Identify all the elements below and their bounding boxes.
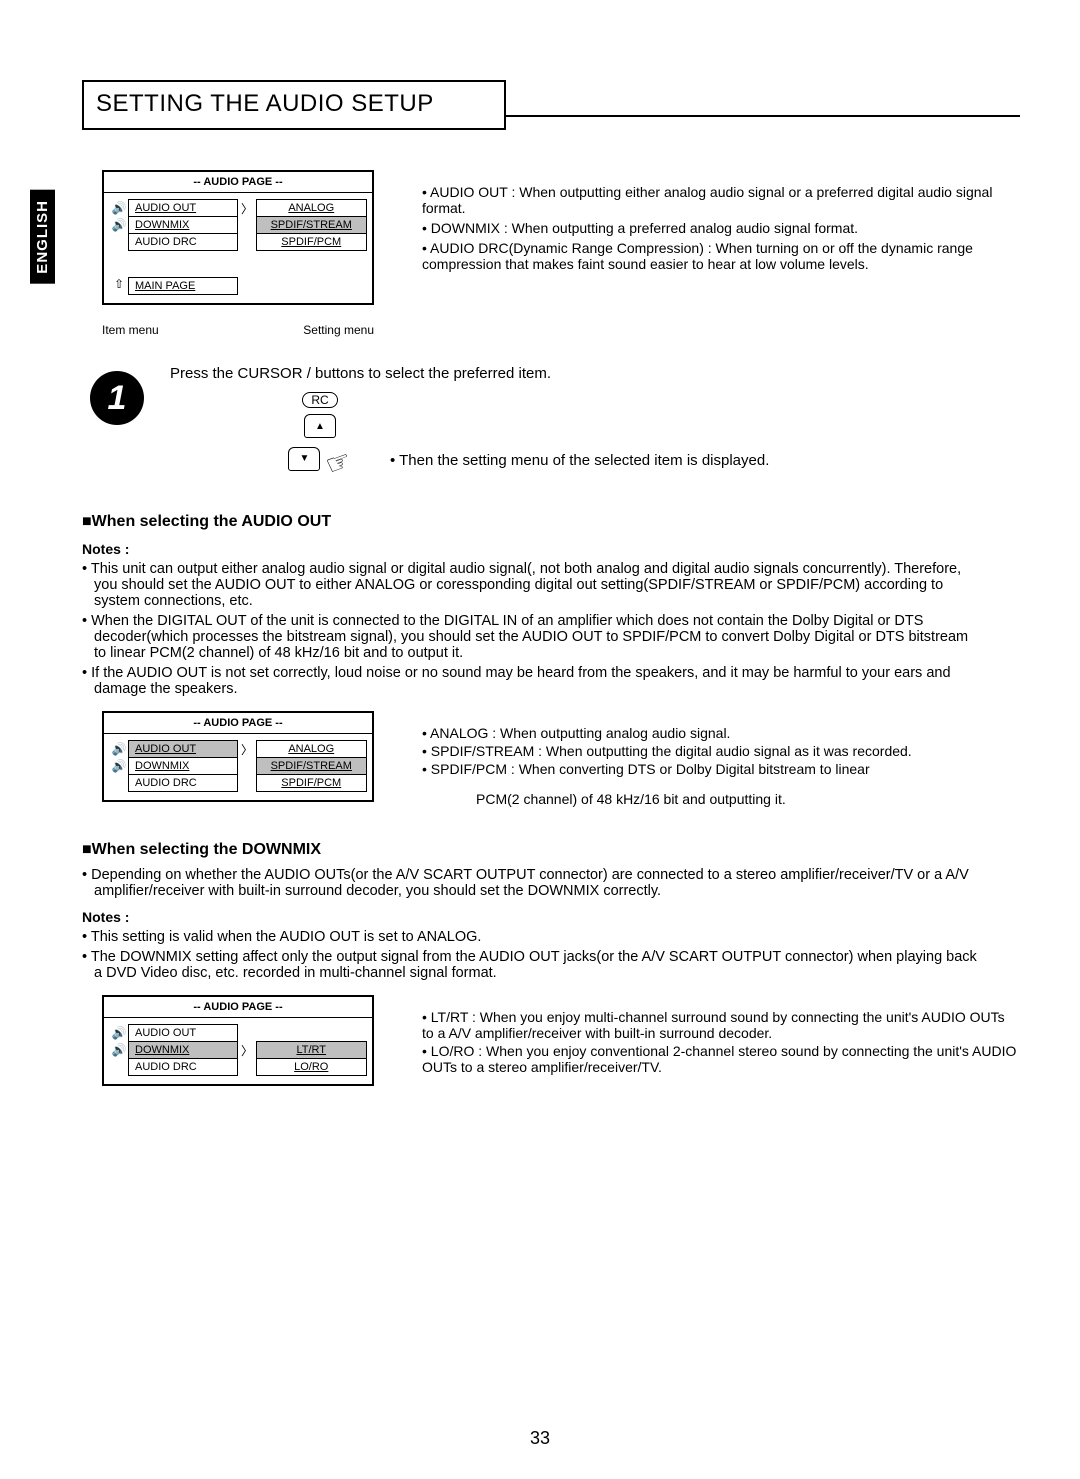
pointing-hand-icon: ☞ (322, 443, 357, 483)
chevron-right-icon: 〉 (238, 741, 257, 758)
figure-audio-page-3: -- AUDIO PAGE -- 🔊 AUDIO OUT 🔊 DOWNMIX 〉… (102, 995, 374, 1086)
step-instruction: Press the CURSOR / buttons to select the… (170, 365, 1020, 382)
bullet: • DOWNMIX : When outputting a preferred … (422, 220, 1020, 236)
menu-main: MAIN PAGE (128, 277, 238, 295)
subsection-title: ■When selecting the DOWNMIX (82, 841, 1020, 859)
speaker-icon: 🔊 (110, 1025, 129, 1042)
title-rule (504, 93, 1020, 117)
note-item: When the DIGITAL OUT of the unit is conn… (82, 613, 980, 661)
note-item: If the AUDIO OUT is not set correctly, l… (82, 665, 980, 697)
speaker-icon: 🔊 (110, 200, 129, 217)
figure-label: Item menu (102, 323, 159, 337)
bullet: • SPDIF/STREAM : When outputting the dig… (422, 743, 1020, 759)
bullet: • AUDIO DRC(Dynamic Range Compression) :… (422, 240, 1020, 272)
section-title-bar: SETTING THE AUDIO SETUP (82, 80, 1020, 130)
menu-value: SPDIF/PCM (257, 234, 367, 251)
intro-text: Depending on whether the AUDIO OUTs(or t… (82, 867, 980, 899)
menu-value: LO/RO (257, 1059, 367, 1076)
subsection-title: ■When selecting the AUDIO OUT (82, 513, 1020, 531)
bullet: • SPDIF/PCM : When converting DTS or Dol… (422, 761, 1020, 777)
cursor-up-icon: ▲ (304, 414, 336, 438)
speaker-icon: 🔊 (110, 741, 129, 758)
menu-value: SPDIF/PCM (257, 775, 367, 792)
note-item: The DOWNMIX setting affect only the outp… (82, 949, 980, 981)
page-title: SETTING THE AUDIO SETUP (82, 80, 506, 130)
figure-label: Setting menu (303, 323, 374, 337)
notes-list: This setting is valid when the AUDIO OUT… (82, 929, 980, 981)
menu-value: ANALOG (257, 741, 367, 758)
menu-item: AUDIO DRC (129, 234, 238, 251)
menu-item: AUDIO OUT (129, 1025, 238, 1042)
chevron-right-icon: 〉 (238, 200, 257, 217)
menu-item: AUDIO DRC (129, 775, 238, 792)
bullet-continuation: PCM(2 channel) of 48 kHz/16 bit and outp… (422, 791, 1020, 807)
option-list: • LT/RT : When you enjoy multi-channel s… (404, 1009, 1020, 1077)
menu-item: AUDIO OUT (129, 200, 238, 217)
figure-audio-page-1: -- AUDIO PAGE -- 🔊 AUDIO OUT 〉 ANALOG 🔊 … (102, 170, 374, 337)
notes-heading: Notes : (82, 541, 1020, 557)
page-number: 33 (0, 1428, 1080, 1449)
description-list: • AUDIO OUT : When outputting either ana… (404, 184, 1020, 276)
cursor-down-icon: ▼ (288, 447, 320, 471)
rc-label: RC (302, 392, 337, 408)
step-1: 1 Press the CURSOR / buttons to select t… (90, 365, 1020, 479)
menu-item: DOWNMIX (129, 217, 238, 234)
step-number-badge: 1 (90, 371, 144, 425)
speaker-icon: 🔊 (110, 758, 129, 775)
menu-heading: -- AUDIO PAGE -- (104, 172, 372, 192)
figure-audio-page-2: -- AUDIO PAGE -- 🔊 AUDIO OUT 〉 ANALOG 🔊 … (102, 711, 374, 802)
up-arrow-icon: ⇧ (110, 277, 128, 295)
menu-heading: -- AUDIO PAGE -- (104, 713, 372, 733)
remote-control-illustration: RC ▲ ▼ ☞ (250, 392, 390, 479)
language-tab: ENGLISH (30, 190, 55, 284)
notes-list: This unit can output either analog audio… (82, 561, 980, 697)
bullet: • AUDIO OUT : When outputting either ana… (422, 184, 1020, 216)
menu-item: AUDIO DRC (129, 1059, 238, 1076)
menu-heading: -- AUDIO PAGE -- (104, 997, 372, 1017)
menu-value: LT/RT (257, 1042, 367, 1059)
step-result: • Then the setting menu of the selected … (390, 452, 769, 479)
menu-value: ANALOG (257, 200, 367, 217)
menu-item: DOWNMIX (129, 758, 238, 775)
manual-page: ENGLISH SETTING THE AUDIO SETUP -- AUDIO… (0, 0, 1080, 1479)
bullet: • LO/RO : When you enjoy conventional 2-… (422, 1043, 1020, 1075)
option-list: • ANALOG : When outputting analog audio … (404, 725, 1020, 777)
menu-value: SPDIF/STREAM (257, 758, 367, 775)
notes-heading: Notes : (82, 909, 1020, 925)
menu-item: AUDIO OUT (129, 741, 238, 758)
bullet: • ANALOG : When outputting analog audio … (422, 725, 1020, 741)
note-item: This setting is valid when the AUDIO OUT… (82, 929, 980, 945)
speaker-icon: 🔊 (110, 1042, 129, 1059)
speaker-icon: 🔊 (110, 217, 129, 234)
note-item: This unit can output either analog audio… (82, 561, 980, 609)
intro-item: Depending on whether the AUDIO OUTs(or t… (82, 867, 980, 899)
menu-item: DOWNMIX (129, 1042, 238, 1059)
menu-value: SPDIF/STREAM (257, 217, 367, 234)
chevron-right-icon: 〉 (238, 1042, 257, 1059)
bullet: • LT/RT : When you enjoy multi-channel s… (422, 1009, 1020, 1041)
